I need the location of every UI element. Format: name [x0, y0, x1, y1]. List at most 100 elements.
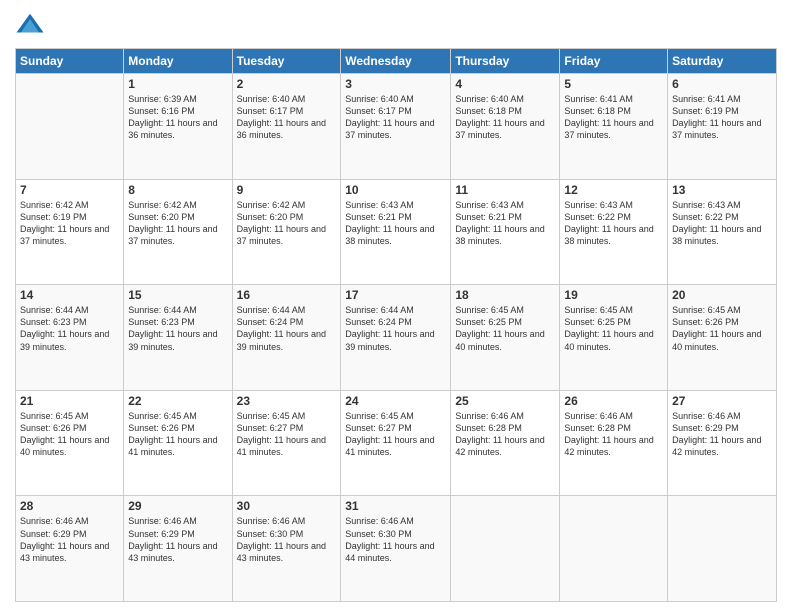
day-number: 13	[672, 183, 772, 197]
cell-info: Sunrise: 6:39 AMSunset: 6:16 PMDaylight:…	[128, 93, 227, 142]
day-number: 12	[564, 183, 663, 197]
day-number: 10	[345, 183, 446, 197]
day-number: 15	[128, 288, 227, 302]
calendar-cell: 4 Sunrise: 6:40 AMSunset: 6:18 PMDaylight…	[451, 74, 560, 180]
cell-info: Sunrise: 6:46 AMSunset: 6:29 PMDaylight:…	[20, 515, 119, 564]
day-number: 16	[237, 288, 337, 302]
calendar-cell: 16 Sunrise: 6:44 AMSunset: 6:24 PMDayligh…	[232, 285, 341, 391]
week-row-1: 1Sunrise: 6:39 AMSunset: 6:16 PMDaylight…	[16, 74, 777, 180]
cell-info: Sunrise: 6:45 AMSunset: 6:27 PMDaylight:…	[237, 410, 337, 459]
calendar-cell: 25 Sunrise: 6:46 AMSunset: 6:28 PMDayligh…	[451, 390, 560, 496]
day-number: 27	[672, 394, 772, 408]
col-header-friday: Friday	[560, 49, 668, 74]
day-number: 28	[20, 499, 119, 513]
calendar-cell: 22 Sunrise: 6:45 AMSunset: 6:26 PMDayligh…	[124, 390, 232, 496]
calendar-cell: 7 Sunrise: 6:42 AMSunset: 6:19 PMDaylight…	[16, 179, 124, 285]
cell-info: Sunrise: 6:44 AMSunset: 6:24 PMDaylight:…	[345, 304, 446, 353]
day-number: 20	[672, 288, 772, 302]
cell-info: Sunrise: 6:46 AMSunset: 6:28 PMDaylight:…	[564, 410, 663, 459]
day-number: 5	[564, 77, 663, 91]
cell-info: Sunrise: 6:46 AMSunset: 6:29 PMDaylight:…	[672, 410, 772, 459]
calendar-cell: 1Sunrise: 6:39 AMSunset: 6:16 PMDaylight…	[124, 74, 232, 180]
cell-info: Sunrise: 6:45 AMSunset: 6:27 PMDaylight:…	[345, 410, 446, 459]
day-number: 17	[345, 288, 446, 302]
calendar-cell: 17 Sunrise: 6:44 AMSunset: 6:24 PMDayligh…	[341, 285, 451, 391]
day-number: 23	[237, 394, 337, 408]
calendar-cell: 18 Sunrise: 6:45 AMSunset: 6:25 PMDayligh…	[451, 285, 560, 391]
calendar-cell: 19 Sunrise: 6:45 AMSunset: 6:25 PMDayligh…	[560, 285, 668, 391]
day-number: 11	[455, 183, 555, 197]
calendar-cell	[16, 74, 124, 180]
calendar-cell: 28 Sunrise: 6:46 AMSunset: 6:29 PMDayligh…	[16, 496, 124, 602]
cell-info: Sunrise: 6:45 AMSunset: 6:26 PMDaylight:…	[20, 410, 119, 459]
cell-info: Sunrise: 6:44 AMSunset: 6:23 PMDaylight:…	[20, 304, 119, 353]
day-number: 14	[20, 288, 119, 302]
cell-info: Sunrise: 6:42 AMSunset: 6:19 PMDaylight:…	[20, 199, 119, 248]
calendar-cell: 10 Sunrise: 6:43 AMSunset: 6:21 PMDayligh…	[341, 179, 451, 285]
cell-info: Sunrise: 6:46 AMSunset: 6:28 PMDaylight:…	[455, 410, 555, 459]
logo-icon	[15, 10, 45, 40]
day-number: 29	[128, 499, 227, 513]
calendar-cell: 21 Sunrise: 6:45 AMSunset: 6:26 PMDayligh…	[16, 390, 124, 496]
day-number: 9	[237, 183, 337, 197]
calendar-cell: 29 Sunrise: 6:46 AMSunset: 6:29 PMDayligh…	[124, 496, 232, 602]
calendar-cell: 31 Sunrise: 6:46 AMSunset: 6:30 PMDayligh…	[341, 496, 451, 602]
calendar-cell: 6Sunrise: 6:41 AMSunset: 6:19 PMDaylight…	[668, 74, 777, 180]
cell-info: Sunrise: 6:40 AMSunset: 6:18 PMDaylight:…	[455, 93, 555, 142]
calendar-cell: 30 Sunrise: 6:46 AMSunset: 6:30 PMDayligh…	[232, 496, 341, 602]
cell-info: Sunrise: 6:45 AMSunset: 6:25 PMDaylight:…	[455, 304, 555, 353]
calendar-cell: 11Sunrise: 6:43 AMSunset: 6:21 PMDayligh…	[451, 179, 560, 285]
calendar-cell: 23 Sunrise: 6:45 AMSunset: 6:27 PMDayligh…	[232, 390, 341, 496]
cell-info: Sunrise: 6:43 AMSunset: 6:21 PMDaylight:…	[345, 199, 446, 248]
day-number: 6	[672, 77, 772, 91]
cell-info: Sunrise: 6:41 AMSunset: 6:18 PMDaylight:…	[564, 93, 663, 142]
col-header-saturday: Saturday	[668, 49, 777, 74]
cell-info: Sunrise: 6:40 AMSunset: 6:17 PMDaylight:…	[237, 93, 337, 142]
week-row-2: 7 Sunrise: 6:42 AMSunset: 6:19 PMDaylight…	[16, 179, 777, 285]
calendar-cell: 5 Sunrise: 6:41 AMSunset: 6:18 PMDaylight…	[560, 74, 668, 180]
cell-info: Sunrise: 6:45 AMSunset: 6:26 PMDaylight:…	[128, 410, 227, 459]
cell-info: Sunrise: 6:45 AMSunset: 6:26 PMDaylight:…	[672, 304, 772, 353]
week-row-5: 28 Sunrise: 6:46 AMSunset: 6:29 PMDayligh…	[16, 496, 777, 602]
col-header-sunday: Sunday	[16, 49, 124, 74]
cell-info: Sunrise: 6:44 AMSunset: 6:23 PMDaylight:…	[128, 304, 227, 353]
col-header-thursday: Thursday	[451, 49, 560, 74]
calendar-cell	[668, 496, 777, 602]
day-number: 30	[237, 499, 337, 513]
cell-info: Sunrise: 6:43 AMSunset: 6:22 PMDaylight:…	[672, 199, 772, 248]
day-number: 26	[564, 394, 663, 408]
cell-info: Sunrise: 6:46 AMSunset: 6:29 PMDaylight:…	[128, 515, 227, 564]
cell-info: Sunrise: 6:46 AMSunset: 6:30 PMDaylight:…	[345, 515, 446, 564]
day-number: 19	[564, 288, 663, 302]
cell-info: Sunrise: 6:45 AMSunset: 6:25 PMDaylight:…	[564, 304, 663, 353]
day-number: 7	[20, 183, 119, 197]
calendar-cell: 8Sunrise: 6:42 AMSunset: 6:20 PMDaylight…	[124, 179, 232, 285]
calendar-cell: 3Sunrise: 6:40 AMSunset: 6:17 PMDaylight…	[341, 74, 451, 180]
calendar-table: SundayMondayTuesdayWednesdayThursdayFrid…	[15, 48, 777, 602]
calendar-cell: 2 Sunrise: 6:40 AMSunset: 6:17 PMDaylight…	[232, 74, 341, 180]
day-number: 31	[345, 499, 446, 513]
col-header-wednesday: Wednesday	[341, 49, 451, 74]
cell-info: Sunrise: 6:46 AMSunset: 6:30 PMDaylight:…	[237, 515, 337, 564]
day-number: 2	[237, 77, 337, 91]
day-number: 24	[345, 394, 446, 408]
col-header-monday: Monday	[124, 49, 232, 74]
day-number: 3	[345, 77, 446, 91]
cell-info: Sunrise: 6:43 AMSunset: 6:22 PMDaylight:…	[564, 199, 663, 248]
day-number: 4	[455, 77, 555, 91]
week-row-3: 14 Sunrise: 6:44 AMSunset: 6:23 PMDayligh…	[16, 285, 777, 391]
cell-info: Sunrise: 6:42 AMSunset: 6:20 PMDaylight:…	[237, 199, 337, 248]
logo	[15, 10, 49, 40]
calendar-cell: 20 Sunrise: 6:45 AMSunset: 6:26 PMDayligh…	[668, 285, 777, 391]
calendar-cell	[560, 496, 668, 602]
day-number: 21	[20, 394, 119, 408]
calendar-cell: 12 Sunrise: 6:43 AMSunset: 6:22 PMDayligh…	[560, 179, 668, 285]
calendar-cell: 27 Sunrise: 6:46 AMSunset: 6:29 PMDayligh…	[668, 390, 777, 496]
day-number: 18	[455, 288, 555, 302]
cell-info: Sunrise: 6:44 AMSunset: 6:24 PMDaylight:…	[237, 304, 337, 353]
day-number: 8	[128, 183, 227, 197]
calendar-cell: 13 Sunrise: 6:43 AMSunset: 6:22 PMDayligh…	[668, 179, 777, 285]
day-number: 25	[455, 394, 555, 408]
page: SundayMondayTuesdayWednesdayThursdayFrid…	[0, 0, 792, 612]
day-number: 22	[128, 394, 227, 408]
